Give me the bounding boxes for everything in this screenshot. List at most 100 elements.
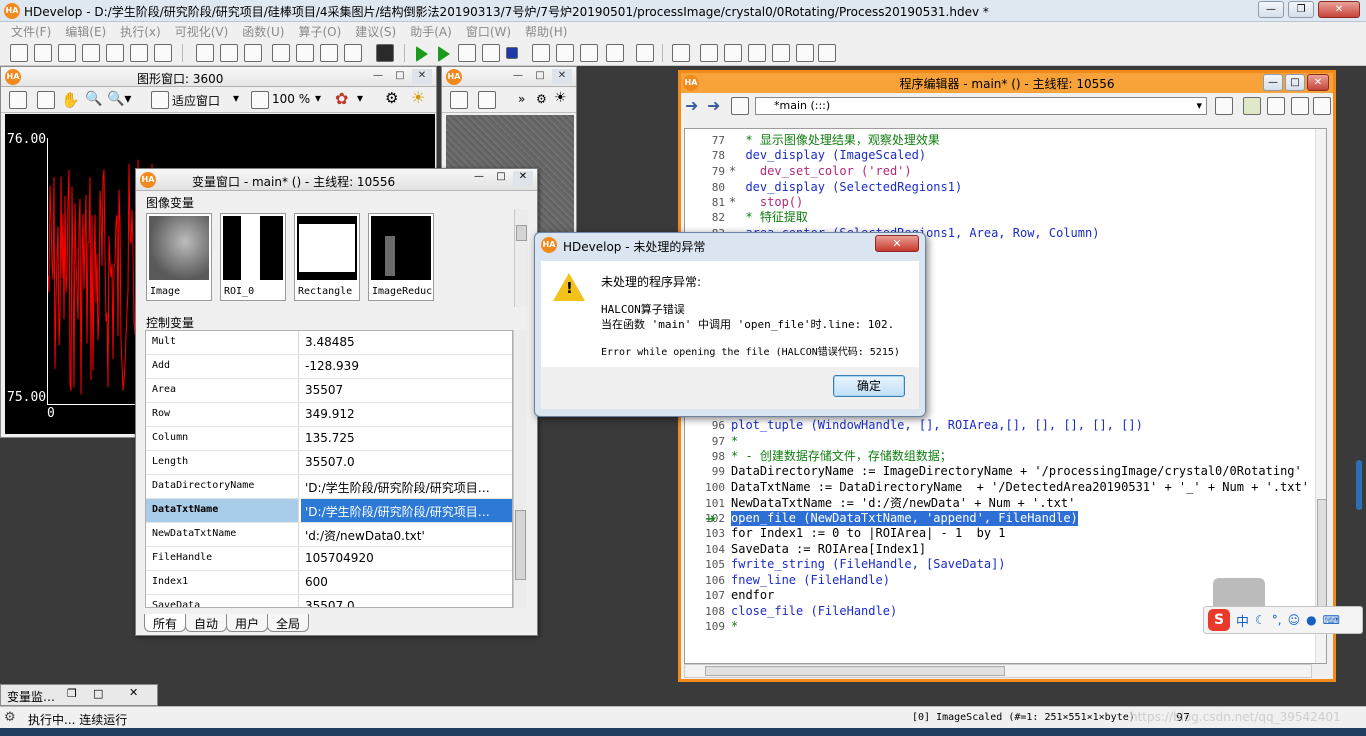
- ime-toolbar[interactable]: S 中 ☾ °, ☺ ● ⌨: [1203, 606, 1363, 634]
- code-line[interactable]: 107 endfor: [685, 588, 1305, 603]
- reset-all-icon[interactable]: [556, 44, 574, 62]
- menu-visualize[interactable]: 可视化(V): [168, 22, 236, 40]
- more-icon[interactable]: »: [518, 92, 525, 106]
- code-line[interactable]: 101 NewDataTxtName := 'd:/资/newData' + Nu…: [685, 496, 1305, 511]
- control-variables-scrollbar[interactable]: [513, 330, 527, 608]
- hand-icon[interactable]: ✋: [61, 91, 80, 109]
- light-bulb-icon[interactable]: ☀: [554, 90, 567, 106]
- step-into-icon[interactable]: [458, 44, 476, 62]
- zoom-level[interactable]: 100 %: [272, 92, 310, 110]
- replace-icon[interactable]: [344, 44, 362, 62]
- maximize-button[interactable]: □: [491, 171, 511, 186]
- moon-icon[interactable]: ☾: [1255, 613, 1266, 627]
- procedure-select[interactable]: *main (:::) ▾: [755, 97, 1207, 115]
- control-variable-row[interactable]: FileHandle 105704920: [146, 547, 512, 571]
- calendar-icon[interactable]: [1215, 97, 1233, 115]
- tab-all[interactable]: 所有: [144, 614, 187, 632]
- forward-arrow-icon[interactable]: ➜: [707, 96, 720, 115]
- control-variable-row[interactable]: Column 135.725: [146, 427, 512, 451]
- line-profile-icon[interactable]: [724, 44, 742, 62]
- tab-auto[interactable]: 自动: [185, 614, 228, 632]
- tab-user[interactable]: 用户: [226, 614, 269, 632]
- control-variable-row[interactable]: Add -128.939: [146, 355, 512, 379]
- find-icon[interactable]: [320, 44, 338, 62]
- help-icon[interactable]: ⚙: [536, 92, 547, 106]
- menu-execute[interactable]: 执行(x): [113, 22, 167, 40]
- paste-icon[interactable]: [244, 44, 262, 62]
- zoom-window-icon[interactable]: [818, 44, 836, 62]
- operator-window-icon[interactable]: [672, 44, 690, 62]
- close-button[interactable]: ✕: [1318, 1, 1360, 18]
- code-line[interactable]: 100 DataTxtName := DataDirectoryName + '/…: [685, 480, 1309, 495]
- code-line[interactable]: 104 SaveData := ROIArea[Index1]: [685, 542, 1305, 557]
- zoom-dropdown-icon[interactable]: 🔍▾: [107, 91, 131, 109]
- step-over-icon[interactable]: [438, 46, 450, 62]
- timer-icon[interactable]: [636, 44, 654, 62]
- chevron-down-icon[interactable]: ▾: [233, 91, 239, 109]
- control-variable-row[interactable]: Index1 600: [146, 571, 512, 595]
- feature-inspection-icon[interactable]: [772, 44, 790, 62]
- ocr-icon[interactable]: [796, 44, 814, 62]
- code-line[interactable]: 79 * dev_set_color ('red'): [685, 164, 1305, 179]
- breakpoint-icon[interactable]: [580, 44, 598, 62]
- reset-program-icon[interactable]: [532, 44, 550, 62]
- variable-window[interactable]: HA 变量窗口 - main* () - 主线程: 10556 — □ ✕ 图像…: [135, 168, 538, 636]
- control-variable-row[interactable]: NewDataTxtName 'd:/资/newData0.txt': [146, 523, 512, 547]
- undo-icon[interactable]: [272, 44, 290, 62]
- save-all-icon[interactable]: [130, 44, 148, 62]
- run-icon[interactable]: [416, 46, 428, 62]
- float-button[interactable]: ❐: [67, 687, 77, 700]
- pointer-icon[interactable]: [478, 91, 496, 109]
- minimize-button[interactable]: —: [368, 69, 388, 84]
- feature-histogram-icon[interactable]: [748, 44, 766, 62]
- ok-button[interactable]: 确定: [833, 375, 905, 397]
- code-line[interactable]: 97 *: [685, 434, 1305, 449]
- exception-dialog[interactable]: HA HDevelop - 未处理的异常 ✕ ! 未处理的程序异常: HALCO…: [534, 232, 926, 417]
- chevron-down-icon[interactable]: ▾: [357, 91, 363, 109]
- inspect-icon[interactable]: ⚙: [385, 89, 398, 107]
- code-line[interactable]: 105 fwrite_string (FileHandle, [SaveData]…: [685, 557, 1305, 572]
- restore-button[interactable]: ❐: [1288, 1, 1314, 18]
- copy-icon[interactable]: [220, 44, 238, 62]
- control-variable-row[interactable]: Area 35507: [146, 379, 512, 403]
- menu-help[interactable]: 帮助(H): [518, 22, 574, 40]
- pointer-icon[interactable]: [37, 91, 55, 109]
- control-variable-row[interactable]: Length 35507.0: [146, 451, 512, 475]
- menu-assistants[interactable]: 助手(A): [403, 22, 459, 40]
- new-file-icon[interactable]: [10, 44, 28, 62]
- menu-operators[interactable]: 算子(O): [291, 22, 348, 40]
- tab-global[interactable]: 全局: [267, 614, 310, 632]
- control-variable-row[interactable]: DataTxtName 'D:/学生阶段/研究阶段/研究项目…: [146, 499, 512, 523]
- code-hscrollbar[interactable]: [684, 664, 1312, 678]
- color-brush-icon[interactable]: ✿: [335, 89, 348, 108]
- procedure-interface-icon[interactable]: [1267, 97, 1285, 115]
- close-button[interactable]: ✕: [513, 171, 533, 186]
- minimize-button[interactable]: —: [508, 69, 528, 84]
- menu-file[interactable]: 文件(F): [4, 22, 58, 40]
- light-bulb-icon[interactable]: ☀: [411, 88, 425, 107]
- image-variables-scrollbar[interactable]: [514, 209, 528, 307]
- procedure-tools-icon[interactable]: [1313, 97, 1331, 115]
- punctuation-icon[interactable]: °,: [1272, 613, 1282, 627]
- ime-mode[interactable]: 中: [1236, 611, 1249, 630]
- procedure-icon[interactable]: [731, 97, 749, 115]
- image-variable[interactable]: Rectangle: [294, 213, 360, 301]
- control-variable-row[interactable]: Row 349.912: [146, 403, 512, 427]
- edit-icon[interactable]: [450, 91, 468, 109]
- edit-procedure-icon[interactable]: [1243, 97, 1261, 115]
- save-icon[interactable]: [82, 44, 100, 62]
- minimize-button[interactable]: —: [1258, 1, 1284, 18]
- image-variable[interactable]: Image: [146, 213, 212, 301]
- close-button[interactable]: ✕: [875, 235, 919, 252]
- code-line[interactable]: 78 dev_display (ImageScaled): [685, 148, 1305, 163]
- step-out-icon[interactable]: [482, 44, 500, 62]
- control-variable-row[interactable]: SaveData 35507.0: [146, 595, 512, 607]
- edit-icon[interactable]: [9, 91, 27, 109]
- code-line[interactable]: 81 * stop(): [685, 195, 1305, 210]
- menu-edit[interactable]: 编辑(E): [58, 22, 113, 40]
- code-scrollbar[interactable]: [1315, 129, 1326, 663]
- fit-window-button[interactable]: 适应窗口: [172, 92, 220, 110]
- menu-functions[interactable]: 函数(U): [235, 22, 291, 40]
- image-variable[interactable]: ImageReduced: [368, 213, 434, 301]
- open-file-icon[interactable]: [34, 44, 52, 62]
